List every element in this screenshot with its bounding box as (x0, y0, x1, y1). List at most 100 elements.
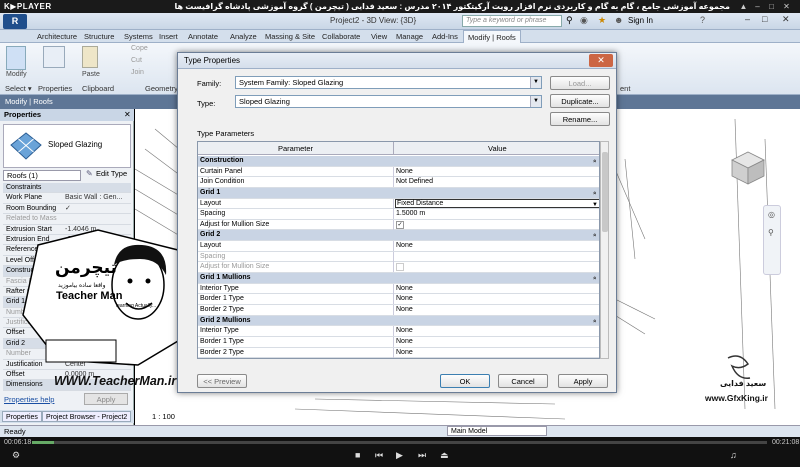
parameter-row[interactable]: Adjust for Mullion Size (198, 262, 599, 274)
tab-analyze[interactable]: Analyze (226, 30, 261, 43)
zoom-icon[interactable]: ⚲ (768, 228, 774, 237)
parameter-value[interactable]: 1.5000 m (396, 209, 425, 219)
parameter-row[interactable]: Interior Type None (198, 283, 599, 295)
instance-filter-dropdown[interactable]: Roofs (1) (3, 170, 81, 181)
property-row[interactable]: Related to Mass (3, 214, 131, 225)
apply-button[interactable]: Apply (558, 374, 608, 388)
property-row[interactable]: Room Bounding ✓ (3, 204, 131, 215)
settings-icon[interactable]: ⚙ (12, 450, 20, 461)
search-icon[interactable]: ⚲ (566, 15, 573, 26)
property-group-header[interactable]: Constraints (3, 183, 131, 194)
close-icon[interactable]: ✕ (781, 1, 792, 12)
workset-dropdown[interactable]: Main Model (447, 426, 547, 436)
checkbox[interactable]: ✓ (396, 220, 404, 229)
next-icon[interactable]: ⏭ (418, 450, 426, 461)
tab-modify-roofs[interactable]: Modify | Roofs (463, 30, 521, 43)
parameter-row[interactable]: Interior Type None (198, 326, 599, 337)
ok-button[interactable]: OK (440, 374, 490, 388)
table-scrollbar[interactable] (600, 141, 609, 359)
parameter-row[interactable]: Spacing 1.5000 m (198, 209, 599, 220)
application-menu-button[interactable]: R (3, 14, 27, 29)
parameter-value[interactable]: None (396, 241, 413, 251)
tab-annotate[interactable]: Annotate (184, 30, 222, 43)
properties-tool-icon[interactable] (43, 46, 65, 68)
parameter-group-header[interactable]: Grid 1 » (198, 187, 599, 199)
chevron-down-icon[interactable]: ▼ (592, 200, 598, 210)
property-value[interactable]: ✓ (65, 204, 71, 213)
collapse-icon[interactable]: » (590, 234, 599, 237)
parameter-group-header[interactable]: Grid 2 » (198, 230, 599, 242)
tab-systems[interactable]: Systems (120, 30, 157, 43)
cancel-button[interactable]: Cancel (498, 374, 548, 388)
parameter-row[interactable]: Border 2 Type None (198, 347, 599, 358)
parameter-value[interactable]: None (396, 294, 413, 304)
user-icon[interactable]: ☻ (614, 15, 623, 25)
parameter-row[interactable]: Layout Fixed Distance ▼ (198, 198, 599, 210)
navigation-bar[interactable]: ◎ ⚲ (763, 205, 781, 275)
tab-massing-site[interactable]: Massing & Site (261, 30, 319, 43)
cut-button[interactable]: Cut (131, 57, 142, 64)
property-value[interactable]: Basic Wall : Gen... (65, 193, 122, 202)
tab-view[interactable]: View (367, 30, 391, 43)
duplicate-button[interactable]: Duplicate... (550, 94, 610, 108)
checkbox[interactable] (396, 263, 404, 272)
parameter-row[interactable]: Border 2 Type None (198, 304, 599, 316)
pin-icon[interactable]: ▲ (738, 1, 749, 12)
rename-button[interactable]: Rename... (550, 112, 610, 126)
tab-project-browser[interactable]: Project Browser - Project2 (42, 411, 132, 422)
seek-bar[interactable] (32, 441, 767, 444)
parameter-row[interactable]: Border 1 Type None (198, 294, 599, 305)
parameter-value[interactable]: None (396, 284, 413, 294)
tab-manage[interactable]: Manage (392, 30, 427, 43)
parameter-value[interactable]: Not Defined (396, 177, 433, 187)
previous-icon[interactable]: ⏮ (375, 450, 383, 461)
parameter-value[interactable]: None (396, 337, 413, 347)
parameter-value[interactable]: None (396, 326, 413, 336)
help-search-input[interactable]: Type a keyword or phrase (462, 15, 562, 27)
parameter-group-header[interactable]: Construction » (198, 156, 599, 167)
type-selector[interactable]: Sloped Glazing (3, 124, 131, 168)
play-icon[interactable]: ▶ (396, 450, 403, 461)
binoculars-icon[interactable]: ◉ (580, 15, 588, 26)
tab-add-ins[interactable]: Add-Ins (428, 30, 462, 43)
parameter-value[interactable]: None (396, 348, 413, 358)
star-icon[interactable]: ★ (598, 15, 606, 26)
collapse-icon[interactable]: » (590, 319, 599, 322)
tab-collaborate[interactable]: Collaborate (318, 30, 364, 43)
load-button[interactable]: Load... (550, 76, 610, 90)
stop-icon[interactable]: ■ (355, 450, 360, 460)
join-button[interactable]: Join (131, 69, 144, 76)
parameter-value[interactable]: None (396, 305, 413, 315)
parameter-row[interactable]: Spacing (198, 251, 599, 263)
window-close-icon[interactable]: ✕ (782, 14, 790, 25)
family-dropdown[interactable]: System Family: Sloped Glazing ▼ (235, 76, 542, 89)
collapse-icon[interactable]: » (590, 276, 599, 279)
scrollbar-thumb[interactable] (602, 152, 608, 232)
parameter-value[interactable]: Fixed Distance (395, 198, 599, 208)
property-row[interactable]: Work Plane Basic Wall : Gen... (3, 193, 131, 204)
preview-button[interactable]: << Preview (197, 374, 247, 388)
modify-tool-icon[interactable] (6, 46, 26, 70)
steering-wheel-icon[interactable]: ◎ (768, 210, 775, 219)
sign-in-link[interactable]: Sign In (628, 16, 653, 25)
paste-icon[interactable] (82, 46, 98, 68)
tab-insert[interactable]: Insert (155, 30, 182, 43)
maximize-icon[interactable]: □ (766, 1, 777, 12)
parameter-value[interactable]: None (396, 167, 413, 177)
cope-button[interactable]: Cope (131, 45, 148, 52)
eject-icon[interactable]: ⏏ (440, 450, 449, 461)
parameter-row[interactable]: Border 1 Type None (198, 336, 599, 348)
type-dropdown[interactable]: Sloped Glazing ▼ (235, 95, 542, 108)
properties-help-link[interactable]: Properties help (4, 395, 54, 404)
parameter-row[interactable]: Layout None (198, 241, 599, 252)
tab-structure[interactable]: Structure (80, 30, 118, 43)
parameter-row[interactable]: Curtain Panel None (198, 166, 599, 178)
viewcube-icon[interactable] (728, 148, 768, 188)
select-panel-label[interactable]: Select ▾ (5, 84, 32, 93)
volume-icon[interactable]: ♫ (730, 450, 737, 460)
dialog-close-button[interactable]: ✕ (589, 54, 613, 67)
edit-type-button[interactable]: Edit Type (96, 169, 127, 178)
minimize-icon[interactable]: – (752, 1, 763, 12)
parameter-group-header[interactable]: Grid 1 Mullions » (198, 273, 599, 284)
parameter-row[interactable]: Adjust for Mullion Size ✓ (198, 219, 599, 231)
